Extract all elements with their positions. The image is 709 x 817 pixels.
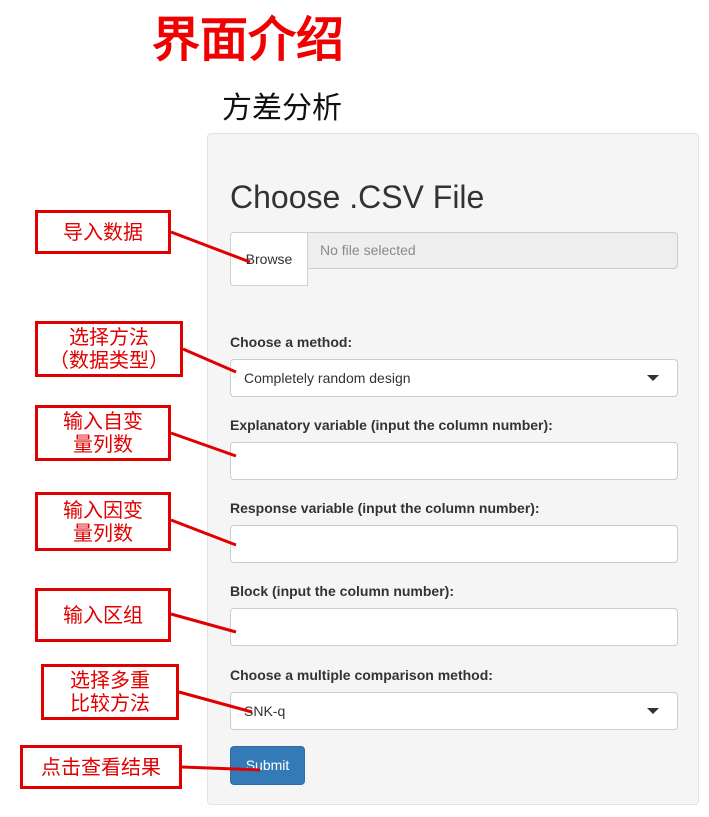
explanatory-label: Explanatory variable (input the column n… (230, 417, 553, 433)
comparison-label: Choose a multiple comparison method: (230, 667, 493, 683)
callout-response: 输入因变 量列数 (35, 492, 171, 551)
callout-explanatory: 输入自变 量列数 (35, 405, 171, 461)
file-input-group: Browse No file selected (230, 232, 678, 286)
callout-comparison-line1: 选择多重 (70, 668, 150, 692)
block-input[interactable] (230, 608, 678, 646)
block-label: Block (input the column number): (230, 583, 454, 599)
method-select[interactable]: Completely random design (230, 359, 678, 397)
callout-submit-text: 点击查看结果 (41, 754, 161, 779)
callout-method-line1: 选择方法 (69, 325, 149, 349)
callout-submit: 点击查看结果 (20, 745, 182, 789)
callout-comparison-line2: 比较方法 (70, 691, 150, 715)
callout-response-line2: 量列数 (73, 520, 133, 545)
method-label: Choose a method: (230, 334, 353, 350)
callout-block: 输入区组 (35, 588, 171, 642)
callout-comparison: 选择多重 比较方法 (41, 664, 179, 720)
callout-explanatory-line1: 输入自变 (63, 409, 143, 433)
chevron-down-icon (647, 375, 659, 381)
method-select-value: Completely random design (244, 370, 411, 386)
callout-method: 选择方法 （数据类型） (35, 321, 183, 377)
file-status-display: No file selected (308, 232, 678, 269)
callout-import-data: 导入数据 (35, 210, 171, 254)
response-label: Response variable (input the column numb… (230, 500, 540, 516)
callout-response-line1: 输入因变 (63, 497, 143, 522)
callout-explanatory-line2: 量列数 (73, 432, 133, 456)
callout-method-line2: （数据类型） (49, 348, 169, 372)
explanatory-variable-input[interactable] (230, 442, 678, 480)
browse-button[interactable]: Browse (230, 232, 308, 286)
page-title: 界面介绍 (152, 12, 345, 68)
callout-block-text: 输入区组 (63, 602, 143, 627)
comparison-select[interactable]: SNK-q (230, 692, 678, 730)
chevron-down-icon (647, 708, 659, 714)
panel-heading: Choose .CSV File (230, 179, 485, 215)
page-subtitle: 方差分析 (222, 91, 342, 126)
callout-import-text: 导入数据 (63, 219, 143, 244)
comparison-select-value: SNK-q (244, 703, 286, 719)
response-variable-input[interactable] (230, 525, 678, 563)
submit-button[interactable]: Submit (230, 746, 305, 785)
